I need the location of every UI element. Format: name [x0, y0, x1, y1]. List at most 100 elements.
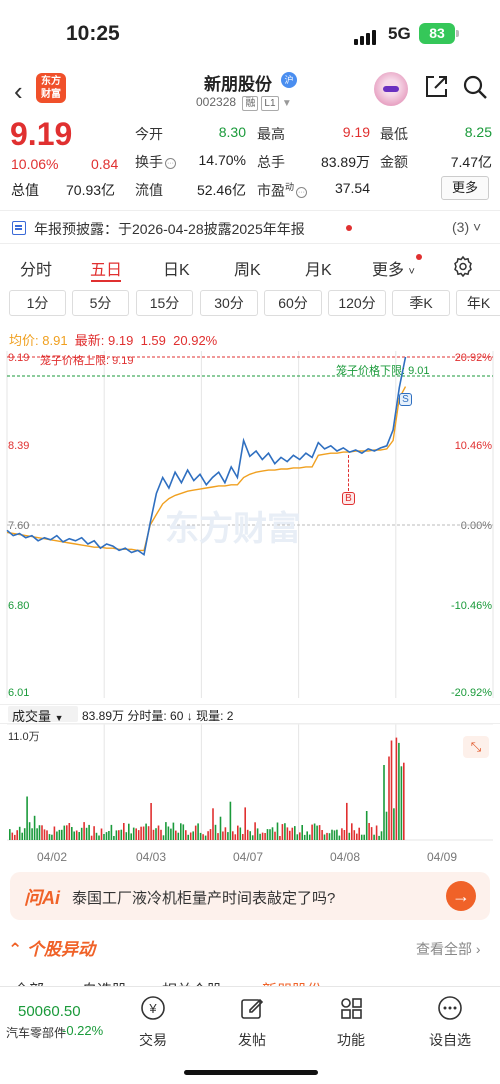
tab-month-k[interactable]: 月K: [305, 256, 332, 280]
watermark: 东方财富: [165, 509, 301, 548]
volume-bar: [118, 830, 120, 840]
volume-indicator-select[interactable]: 成交量 ▼: [8, 706, 78, 724]
x-label: 04/03: [136, 850, 167, 864]
search-icon[interactable]: [462, 74, 488, 100]
volume-bar: [219, 816, 222, 840]
volume-bar: [276, 822, 279, 840]
volume-bar: [224, 827, 227, 840]
volume-bar: [207, 831, 209, 840]
tab-more[interactable]: 更多 ˅: [372, 256, 415, 280]
volume-bar: [358, 827, 360, 840]
y-pct-4: -10.46%: [451, 600, 492, 612]
upper-limit-label: 笼子价格上限: 9.19: [40, 355, 134, 367]
volume-bar: [403, 762, 405, 840]
buy-marker[interactable]: B: [342, 492, 355, 505]
avatar[interactable]: [374, 72, 408, 106]
info-icon[interactable]: ···: [296, 186, 308, 198]
volume-bar: [274, 831, 276, 840]
stock-name[interactable]: 新朋股份: [204, 70, 272, 95]
volume-bar: [103, 834, 105, 840]
volume-info: 83.89万 分时量: 60 ↓ 现量: 2: [82, 709, 234, 723]
volume-bar: [113, 836, 115, 840]
volume-bar: [234, 834, 237, 840]
volume-bar: [246, 829, 249, 840]
volume-bar: [147, 826, 150, 840]
volume-bar: [80, 827, 83, 840]
tab-week-k[interactable]: 周K: [234, 256, 261, 280]
unread-dot: [346, 225, 352, 231]
volume-bar: [21, 832, 23, 840]
see-all-link[interactable]: 查看全部 ›: [416, 939, 481, 959]
volume-bar: [321, 830, 323, 840]
volume-bar: [23, 828, 26, 840]
volume-bar: [51, 834, 53, 840]
nav-post[interactable]: 发帖: [217, 995, 287, 1050]
info-icon[interactable]: ···: [165, 158, 176, 169]
volume-bar: [360, 834, 363, 840]
volume-bar: [209, 829, 212, 840]
battery-tip: [456, 30, 459, 37]
arrow-right-icon[interactable]: →: [446, 881, 476, 911]
low-value: 8.25: [464, 124, 492, 140]
index-value[interactable]: 50060.50: [18, 1003, 81, 1020]
nav-add-watchlist[interactable]: 设自选: [415, 995, 485, 1050]
expand-icon[interactable]: ⤡: [463, 736, 489, 758]
y-pct-5: -20.92%: [451, 687, 492, 699]
price-chart[interactable]: 东方财富: [0, 322, 500, 865]
share-icon[interactable]: [423, 74, 449, 100]
volume-bar: [110, 824, 113, 840]
volume-bar: [328, 833, 331, 840]
interval-5m[interactable]: 5分: [72, 290, 129, 316]
interval-60m[interactable]: 60分: [264, 290, 322, 316]
interval-120m[interactable]: 120分: [328, 290, 386, 316]
interval-year-k[interactable]: 年K: [456, 290, 500, 316]
sell-marker[interactable]: S: [399, 393, 412, 406]
nav-trade[interactable]: ¥ 交易: [118, 995, 188, 1050]
tab-five-day[interactable]: 五日: [90, 256, 122, 280]
volume-bar: [271, 827, 274, 840]
volume-bar: [175, 830, 177, 840]
volume-bar: [61, 829, 63, 840]
chevron-down-icon: ˅: [473, 219, 482, 235]
pe-value: 37.54: [334, 180, 370, 196]
nav-functions[interactable]: 功能: [316, 995, 386, 1050]
volume-bar: [398, 742, 400, 840]
volume-bar: [269, 829, 271, 840]
notice-count: (3) ˅: [452, 219, 482, 235]
interval-15m[interactable]: 15分: [136, 290, 193, 316]
volume-bar: [180, 823, 182, 840]
volume-bar: [333, 830, 336, 840]
volume-bar: [370, 827, 373, 840]
interval-1m[interactable]: 1分: [9, 290, 66, 316]
volume-bar: [160, 829, 162, 840]
tab-minute[interactable]: 分时: [20, 256, 52, 280]
volume-bar: [172, 822, 175, 840]
open-value: 8.30: [218, 124, 246, 140]
more-circle-icon: [438, 996, 462, 1020]
y-pct-3: 0.00%: [460, 520, 492, 532]
interval-quarter-k[interactable]: 季K: [392, 290, 450, 316]
more-button[interactable]: 更多: [441, 176, 489, 200]
volume-bar: [294, 826, 296, 840]
volume-bar: [197, 823, 199, 840]
volume-label: 总手: [257, 154, 285, 170]
volume-bar: [212, 808, 214, 840]
interval-30m[interactable]: 30分: [200, 290, 258, 316]
float-value: 52.46亿: [196, 182, 246, 198]
back-icon[interactable]: ‹: [14, 76, 23, 107]
settings-icon[interactable]: [452, 255, 474, 277]
high-label: 最高: [257, 126, 285, 142]
stock-code-row[interactable]: 002328 融 L1 ▼: [196, 95, 292, 111]
volume-bar: [38, 825, 41, 840]
y-tick-top: 9.19: [8, 352, 30, 364]
signal-icon: [354, 27, 378, 45]
index-name[interactable]: 汽车零部件: [6, 1024, 66, 1041]
notice-bar[interactable]: 年报预披露：于2026-04-28披露2025年年报 (3) ˅: [0, 210, 500, 244]
ai-question-bar[interactable]: 问Ai 泰国工厂液冷机柜量产时间表敲定了吗? →: [10, 872, 490, 920]
trade-icon: ¥: [141, 996, 165, 1020]
y-tick-4: 6.80: [8, 600, 30, 612]
tab-day-k[interactable]: 日K: [163, 256, 190, 280]
volume-bar: [256, 828, 259, 840]
volume-bar: [43, 829, 46, 840]
exchange-badge: 沪: [281, 72, 297, 88]
